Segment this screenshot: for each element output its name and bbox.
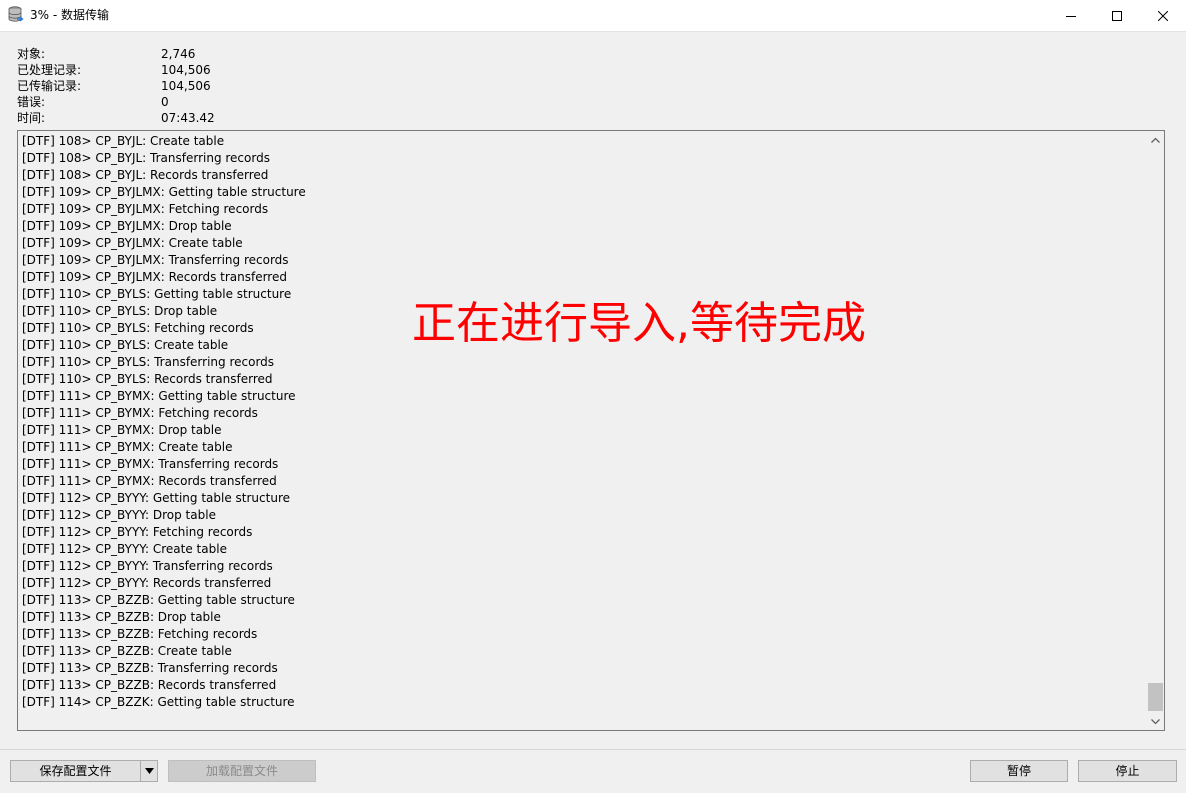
log-line: [DTF] 108> CP_BYJL: Records transferred [22, 168, 269, 182]
log-line: [DTF] 112> CP_BYYY: Create table [22, 542, 227, 556]
caret-down-icon [144, 768, 154, 774]
log-line: [DTF] 112> CP_BYYY: Transferring records [22, 559, 273, 573]
log-line: [DTF] 110> CP_BYLS: Transferring records [22, 355, 275, 369]
scroll-down-button[interactable] [1147, 713, 1164, 730]
chevron-up-icon [1151, 137, 1160, 143]
log-line: [DTF] 109> CP_BYJLMX: Drop table [22, 219, 232, 233]
maximize-icon [1112, 10, 1122, 21]
bottom-divider [0, 749, 1186, 750]
stat-value: 104,506 [161, 63, 211, 77]
log-line: [DTF] 108> CP_BYJL: Create table [22, 134, 225, 148]
stat-value: 07:43.42 [161, 111, 215, 125]
stat-label: 对象: [17, 47, 46, 61]
log-line: [DTF] 111> CP_BYMX: Records transferred [22, 474, 277, 488]
scroll-up-button[interactable] [1147, 131, 1164, 148]
database-transfer-icon [8, 6, 24, 24]
log-line: [DTF] 112> CP_BYYY: Fetching records [22, 525, 253, 539]
stat-value: 0 [161, 95, 169, 109]
save-config-dropdown-button[interactable] [140, 760, 158, 782]
title-divider [0, 31, 1186, 32]
log-line: [DTF] 109> CP_BYJLMX: Create table [22, 236, 243, 250]
log-line: [DTF] 111> CP_BYMX: Drop table [22, 423, 222, 437]
log-line: [DTF] 108> CP_BYJL: Transferring records [22, 151, 270, 165]
log-line: [DTF] 109> CP_BYJLMX: Fetching records [22, 202, 269, 216]
log-line: [DTF] 114> CP_BZZK: Getting table struct… [22, 695, 295, 709]
minimize-icon [1066, 15, 1076, 17]
log-line: [DTF] 113> CP_BZZB: Transferring records [22, 661, 278, 675]
log-line: [DTF] 111> CP_BYMX: Fetching records [22, 406, 258, 420]
log-scrollbar[interactable] [1147, 131, 1164, 730]
stat-value: 2,746 [161, 47, 196, 61]
log-output[interactable]: [DTF] 108> CP_BYJL: Create table [DTF] 10… [17, 130, 1165, 731]
log-line: [DTF] 113> CP_BZZB: Records transferred [22, 678, 277, 692]
window-title: 3% - 数据传输 [30, 8, 109, 22]
close-icon [1158, 10, 1168, 21]
log-line: [DTF] 110> CP_BYLS: Fetching records [22, 321, 254, 335]
log-line: [DTF] 109> CP_BYJLMX: Transferring recor… [22, 253, 289, 267]
minimize-button[interactable] [1048, 0, 1094, 31]
log-lines: [DTF] 108> CP_BYJL: Create table [DTF] 10… [22, 133, 306, 711]
stop-button[interactable]: 停止 [1078, 760, 1177, 782]
log-line: [DTF] 111> CP_BYMX: Getting table struct… [22, 389, 296, 403]
log-line: [DTF] 110> CP_BYLS: Getting table struct… [22, 287, 292, 301]
log-line: [DTF] 112> CP_BYYY: Records transferred [22, 576, 272, 590]
log-line: [DTF] 112> CP_BYYY: Getting table struct… [22, 491, 290, 505]
log-line: [DTF] 109> CP_BYJLMX: Records transferre… [22, 270, 287, 284]
log-line: [DTF] 111> CP_BYMX: Create table [22, 440, 233, 454]
stat-label: 错误: [17, 95, 46, 109]
log-line: [DTF] 110> CP_BYLS: Drop table [22, 304, 218, 318]
log-line: [DTF] 113> CP_BZZB: Getting table struct… [22, 593, 295, 607]
overlay-annotation: 正在进行导入,等待完成 [412, 298, 866, 349]
log-line: [DTF] 113> CP_BZZB: Drop table [22, 610, 221, 624]
stat-value: 104,506 [161, 79, 211, 93]
stat-label: 时间: [17, 111, 46, 125]
log-line: [DTF] 110> CP_BYLS: Records transferred [22, 372, 273, 386]
pause-button[interactable]: 暂停 [970, 760, 1068, 782]
log-line: [DTF] 109> CP_BYJLMX: Getting table stru… [22, 185, 306, 199]
log-line: [DTF] 113> CP_BZZB: Fetching records [22, 627, 258, 641]
save-config-button[interactable]: 保存配置文件 [10, 760, 141, 782]
scroll-thumb[interactable] [1148, 683, 1163, 711]
title-bar: 3% - 数据传输 [0, 0, 1186, 31]
log-line: [DTF] 110> CP_BYLS: Create table [22, 338, 229, 352]
stat-label: 已传输记录: [17, 79, 82, 93]
close-button[interactable] [1140, 0, 1186, 31]
log-line: [DTF] 111> CP_BYMX: Transferring records [22, 457, 279, 471]
log-line: [DTF] 113> CP_BZZB: Create table [22, 644, 232, 658]
stat-label: 已处理记录: [17, 63, 82, 77]
maximize-button[interactable] [1094, 0, 1140, 31]
chevron-down-icon [1151, 718, 1160, 724]
load-config-button[interactable]: 加载配置文件 [168, 760, 316, 782]
log-line: [DTF] 112> CP_BYYY: Drop table [22, 508, 216, 522]
